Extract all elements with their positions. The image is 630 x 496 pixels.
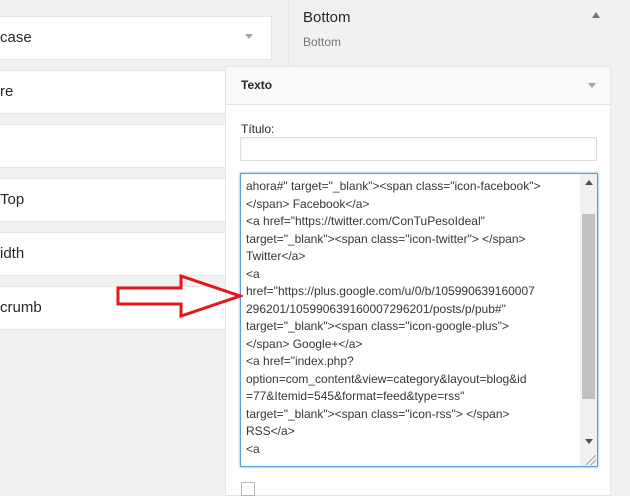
widget-area-label: crumb bbox=[0, 299, 42, 316]
option-checkbox[interactable] bbox=[241, 482, 255, 496]
widget-area-label: idth bbox=[0, 245, 25, 262]
content-textarea[interactable]: ahora#" target="_blank"><span class="ico… bbox=[240, 173, 598, 467]
widget-area-label: case bbox=[0, 29, 32, 46]
chevron-up-icon[interactable] bbox=[592, 12, 600, 18]
chevron-down-icon[interactable] bbox=[588, 83, 596, 88]
content-line: <a bbox=[246, 441, 260, 456]
resize-grip-icon[interactable] bbox=[586, 455, 596, 465]
content-line: RSS</a> bbox=[246, 424, 295, 438]
content-line: </span> Facebook</a> bbox=[246, 196, 370, 211]
widget-header[interactable]: Texto bbox=[226, 67, 610, 105]
title-field-label: Título: bbox=[241, 122, 275, 136]
widget-area-item[interactable]: case bbox=[0, 16, 272, 60]
content-line: ahora#" target="_blank"><span class="ico… bbox=[246, 179, 541, 193]
content-line: option=com_content&view=category&layout=… bbox=[246, 371, 527, 386]
content-line: <a href="index.php? bbox=[246, 354, 354, 368]
content-line: <a bbox=[246, 266, 260, 281]
content-line: </span> Google+</a> bbox=[246, 336, 363, 351]
widget-area-label: re bbox=[0, 83, 14, 100]
content-line: href="https://plus.google.com/u/0/b/1059… bbox=[246, 284, 535, 298]
content-line: target="_blank"><span class="icon-rss"> … bbox=[246, 406, 510, 421]
content-text[interactable]: ahora#" target="_blank"><span class="ico… bbox=[246, 178, 576, 458]
scrollbar[interactable] bbox=[580, 174, 597, 466]
scrollbar-thumb[interactable] bbox=[582, 214, 595, 399]
title-input[interactable] bbox=[240, 137, 597, 161]
red-arrow-annotation bbox=[116, 273, 243, 319]
content-line: Twitter</a> bbox=[246, 249, 306, 263]
text-widget: Texto Título: ahora#" target="_blank"><s… bbox=[225, 66, 611, 496]
content-line: 296201/105990639160007296201/posts/p/pub… bbox=[246, 301, 506, 316]
content-line: =77&Itemid=545&format=feed&type=rss" bbox=[246, 389, 465, 403]
widget-area-label: Top bbox=[0, 191, 25, 208]
arrow-shape bbox=[116, 273, 243, 319]
scroll-down-icon[interactable] bbox=[585, 439, 593, 444]
scroll-up-icon[interactable] bbox=[585, 180, 593, 185]
sidebar-description: Bottom bbox=[303, 35, 342, 49]
sidebar-title[interactable]: Bottom bbox=[303, 9, 351, 26]
chevron-down-icon[interactable] bbox=[245, 34, 253, 39]
content-line: target="_blank"><span class="icon-google… bbox=[246, 319, 509, 333]
content-line: <a href="https://twitter.com/ConTuPesoId… bbox=[246, 214, 485, 228]
content-line: target="_blank"><span class="icon-twitte… bbox=[246, 231, 526, 246]
widget-title: Texto bbox=[241, 78, 273, 92]
